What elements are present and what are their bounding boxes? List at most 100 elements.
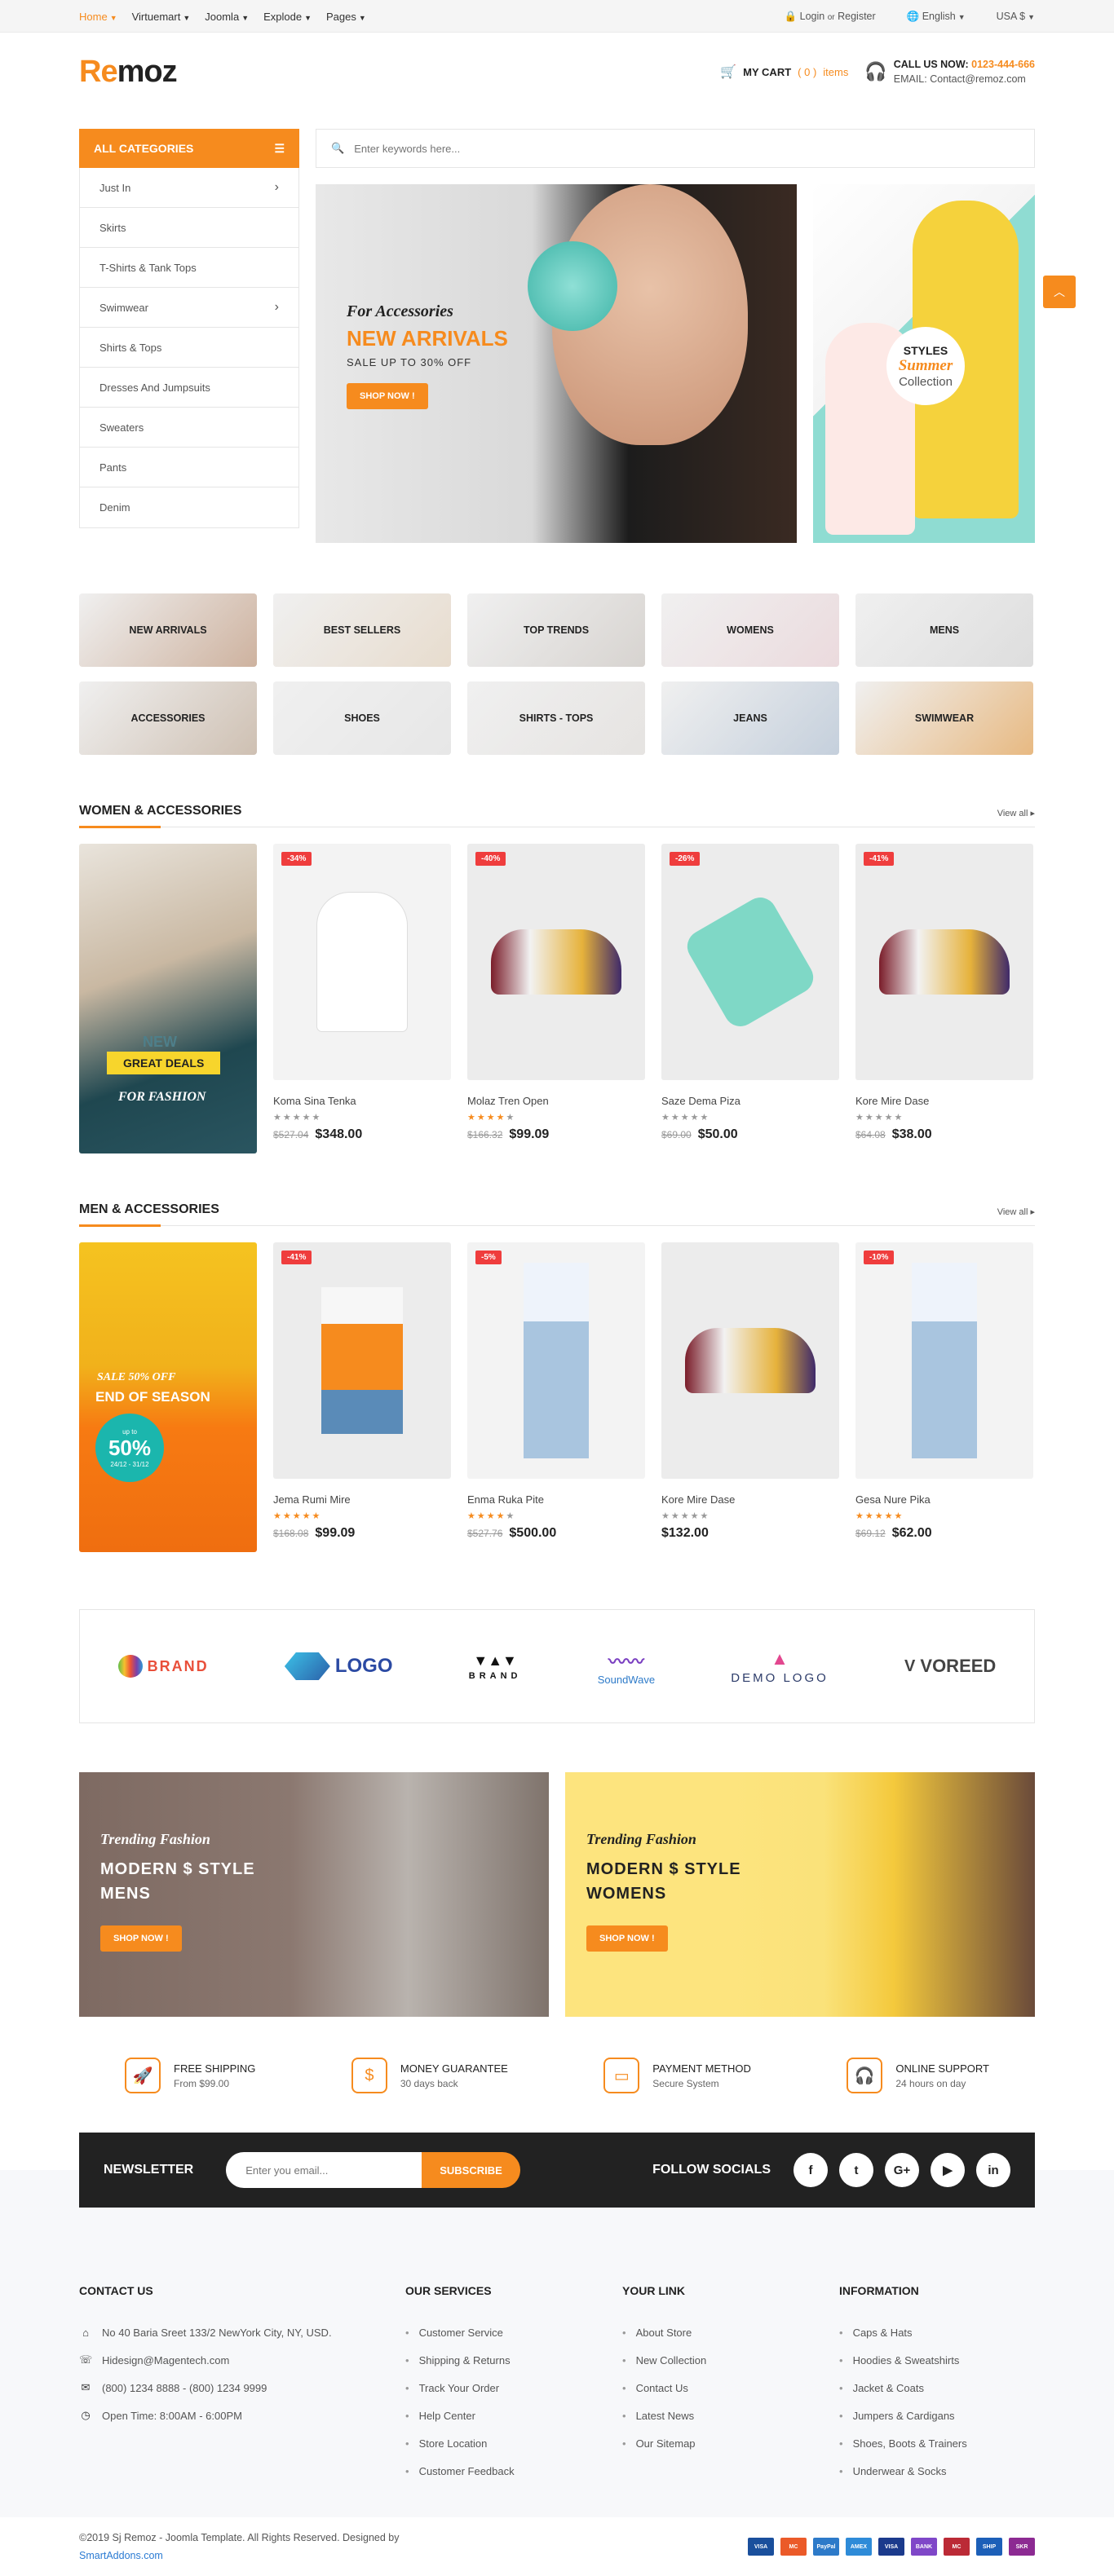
product-card[interactable]: -10% Gesa Nure Pika ★★★★★ $69.12 $62.00 [855, 1242, 1033, 1552]
currency-select[interactable]: USA $ ▼ [997, 11, 1035, 22]
linkedin-icon[interactable]: in [976, 2153, 1010, 2187]
footer-link[interactable]: • Caps & Hats [839, 2318, 967, 2346]
trending-womens-banner[interactable]: Trending Fashion MODERN $ STYLE WOMENS SH… [565, 1772, 1035, 2017]
newsletter-email-input[interactable] [226, 2152, 422, 2188]
footer-link[interactable]: • New Collection [622, 2346, 839, 2374]
search-input[interactable] [354, 142, 1019, 155]
hero-shop-now-button[interactable]: SHOP NOW ! [347, 383, 428, 409]
nav-virtuemart[interactable]: Virtuemart ▼ [132, 11, 191, 23]
facebook-icon[interactable]: f [794, 2153, 828, 2187]
footer-link[interactable]: • Hoodies & Sweatshirts [839, 2346, 967, 2374]
product-name[interactable]: Kore Mire Dase [855, 1095, 1033, 1107]
subscribe-button[interactable]: SUBSCRIBE [422, 2152, 520, 2188]
product-card[interactable]: Kore Mire Dase ★★★★★ $132.00 [661, 1242, 839, 1552]
brand-logo-4[interactable]: 〰〰 SoundWave [598, 1647, 655, 1686]
product-name[interactable]: Koma Sina Tenka [273, 1095, 451, 1107]
trending-mens-banner[interactable]: Trending Fashion MODERN $ STYLE MENS SHOP… [79, 1772, 549, 2017]
category-tile[interactable]: SHIRTS - TOPS [467, 681, 645, 755]
youtube-icon[interactable]: ▶ [931, 2153, 965, 2187]
category-item[interactable]: Dresses And Jumpsuits [80, 368, 298, 408]
brand-logo-2[interactable]: LOGO [284, 1652, 393, 1680]
category-item[interactable]: Pants [80, 448, 298, 487]
cart-button[interactable]: 🛒 MY CART ( 0 ) items [720, 64, 848, 80]
product-image[interactable]: -10% [855, 1242, 1033, 1479]
nav-home[interactable]: Home ▼ [79, 11, 117, 23]
category-item[interactable]: Shirts & Tops [80, 328, 298, 368]
footer-link[interactable]: • Track Your Order [405, 2374, 622, 2402]
product-image[interactable]: -26% [661, 844, 839, 1080]
nav-explode-label: Explode [263, 10, 303, 23]
category-tile[interactable]: NEW ARRIVALS [79, 593, 257, 667]
product-image[interactable]: -41% [855, 844, 1033, 1080]
footer-link[interactable]: • Customer Feedback [405, 2457, 622, 2485]
footer-link[interactable]: • Contact Us [622, 2374, 839, 2402]
category-item[interactable]: Swimwear › [80, 288, 298, 328]
footer-link[interactable]: • Help Center [405, 2402, 622, 2429]
product-image[interactable] [661, 1242, 839, 1479]
product-card[interactable]: -40% Molaz Tren Open ★★★★★ $166.32 $99.09 [467, 844, 645, 1153]
product-name[interactable]: Kore Mire Dase [661, 1493, 839, 1506]
great-deals-promo[interactable]: NEW GREAT DEALS FOR FASHION [79, 844, 257, 1153]
scroll-to-top-button[interactable]: ︿ [1043, 276, 1076, 308]
language-select[interactable]: 🌐 English ▼ [907, 11, 966, 23]
category-tile[interactable]: BEST SELLERS [273, 593, 451, 667]
footer-link[interactable]: • Jumpers & Cardigans [839, 2402, 967, 2429]
category-item[interactable]: Skirts [80, 208, 298, 248]
category-tile[interactable]: JEANS [661, 681, 839, 755]
view-all-link[interactable]: View all ▸ [997, 1206, 1035, 1217]
twitter-icon[interactable]: t [839, 2153, 873, 2187]
hero-banner[interactable]: For Accessories NEW ARRIVALS SALE UP TO … [316, 184, 797, 543]
register-link[interactable]: Register [838, 11, 876, 22]
designer-link[interactable]: SmartAddons.com [79, 2550, 163, 2561]
product-image[interactable]: -5% [467, 1242, 645, 1479]
footer-link[interactable]: • Customer Service [405, 2318, 622, 2346]
brand-logo-3[interactable]: ▼▲▼ BRAND [469, 1652, 522, 1681]
login-link[interactable]: Login [800, 11, 825, 22]
footer-link[interactable]: • About Store [622, 2318, 839, 2346]
shop-now-button[interactable]: SHOP NOW ! [586, 1925, 668, 1952]
view-all-link[interactable]: View all ▸ [997, 808, 1035, 818]
category-item[interactable]: Denim [80, 487, 298, 527]
product-name[interactable]: Enma Ruka Pite [467, 1493, 645, 1506]
end-of-season-promo[interactable]: SALE 50% OFF END OF SEASON up to 50% 24/… [79, 1242, 257, 1552]
google-plus-icon[interactable]: G+ [885, 2153, 919, 2187]
nav-joomla[interactable]: Joomla ▼ [205, 11, 249, 23]
footer-link[interactable]: • Jacket & Coats [839, 2374, 967, 2402]
product-image[interactable]: -40% [467, 844, 645, 1080]
product-image[interactable]: -41% [273, 1242, 451, 1479]
category-item[interactable]: T-Shirts & Tank Tops [80, 248, 298, 288]
brand-logo-6[interactable]: V VOREED [904, 1656, 996, 1677]
category-tile[interactable]: SWIMWEAR [855, 681, 1033, 755]
category-item[interactable]: Just In › [80, 168, 298, 208]
category-item[interactable]: Sweaters [80, 408, 298, 448]
summer-collection-banner[interactable]: STYLES Summer Collection [813, 184, 1035, 543]
product-card[interactable]: -34% Koma Sina Tenka ★★★★★ $527.04 $348.00 [273, 844, 451, 1153]
footer-link[interactable]: • Underwear & Socks [839, 2457, 967, 2485]
category-tile[interactable]: ACCESSORIES [79, 681, 257, 755]
footer-link[interactable]: • Latest News [622, 2402, 839, 2429]
footer-link[interactable]: • Our Sitemap [622, 2429, 839, 2457]
nav-explode[interactable]: Explode ▼ [263, 11, 312, 23]
product-name[interactable]: Saze Dema Piza [661, 1095, 839, 1107]
product-card[interactable]: -41% Jema Rumi Mire ★★★★★ $168.08 $99.09 [273, 1242, 451, 1552]
product-name[interactable]: Gesa Nure Pika [855, 1493, 1033, 1506]
category-tile[interactable]: SHOES [273, 681, 451, 755]
footer-link[interactable]: • Store Location [405, 2429, 622, 2457]
site-logo[interactable]: Remoz [79, 55, 178, 90]
category-tile[interactable]: MENS [855, 593, 1033, 667]
footer-link[interactable]: • Shoes, Boots & Trainers [839, 2429, 967, 2457]
category-menu-header[interactable]: ALL CATEGORIES ☰ [79, 129, 299, 168]
brand-logo-1[interactable]: BRAND [117, 1655, 209, 1678]
brand-logo-5[interactable]: ▲ DEMO LOGO [731, 1648, 829, 1685]
product-card[interactable]: -5% Enma Ruka Pite ★★★★★ $527.76 $500.00 [467, 1242, 645, 1552]
product-image[interactable]: -34% [273, 844, 451, 1080]
product-card[interactable]: -26% Saze Dema Piza ★★★★★ $69.00 $50.00 [661, 844, 839, 1153]
category-tile[interactable]: WOMENS [661, 593, 839, 667]
product-name[interactable]: Molaz Tren Open [467, 1095, 645, 1107]
shop-now-button[interactable]: SHOP NOW ! [100, 1925, 182, 1952]
footer-link[interactable]: • Shipping & Returns [405, 2346, 622, 2374]
nav-pages[interactable]: Pages ▼ [326, 11, 366, 23]
product-name[interactable]: Jema Rumi Mire [273, 1493, 451, 1506]
category-tile[interactable]: TOP TRENDS [467, 593, 645, 667]
product-card[interactable]: -41% Kore Mire Dase ★★★★★ $64.08 $38.00 [855, 844, 1033, 1153]
